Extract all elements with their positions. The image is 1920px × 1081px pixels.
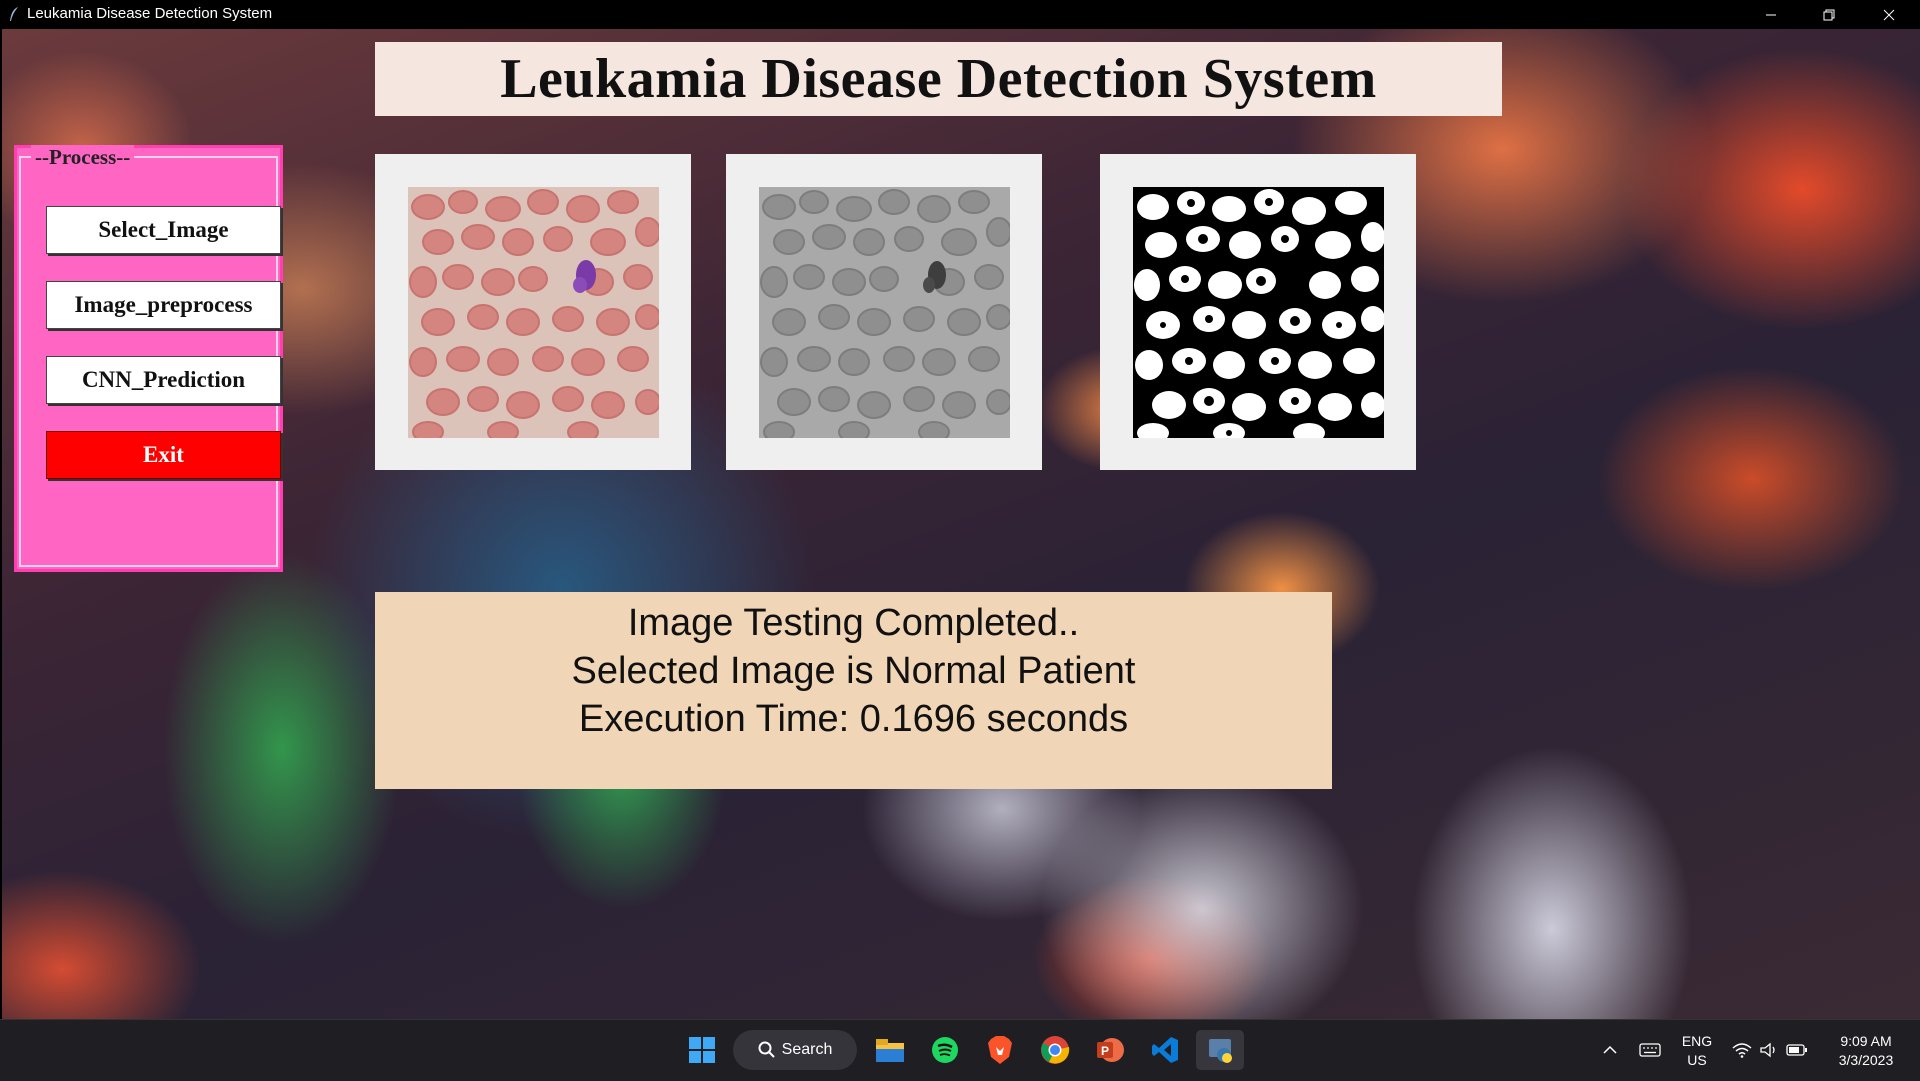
image-preprocess-button[interactable]: Image_preprocess xyxy=(46,281,281,329)
powerpoint-icon: P xyxy=(1097,1038,1124,1062)
restore-button[interactable] xyxy=(1800,0,1858,29)
result-execution-time-text: Execution Time: 0.1696 seconds xyxy=(578,698,1129,740)
search-icon xyxy=(758,1041,775,1058)
header-banner: Leukamia Disease Detection System xyxy=(375,42,1502,116)
start-icon xyxy=(689,1037,715,1063)
grayscale-image-panel xyxy=(726,154,1042,470)
clock-date: 3/3/2023 xyxy=(1838,1052,1894,1068)
result-status-text: Image Testing Completed.. xyxy=(627,602,1080,644)
close-button[interactable] xyxy=(1860,0,1918,29)
original-image-panel xyxy=(375,154,691,470)
file-explorer-button[interactable] xyxy=(870,1030,910,1070)
binary-segmented-image xyxy=(1133,187,1384,438)
exit-button[interactable]: Exit xyxy=(46,431,281,479)
search-label: Search xyxy=(781,1041,833,1058)
clock[interactable]: 9:09 AM 3/3/2023 xyxy=(1826,1032,1906,1070)
powerpoint-button[interactable]: P xyxy=(1090,1030,1130,1070)
chevron-up-icon xyxy=(1603,1045,1617,1054)
window-titlebar: Leukamia Disease Detection System xyxy=(0,0,1920,29)
language-region: US xyxy=(1687,1052,1707,1068)
brave-icon xyxy=(988,1036,1012,1064)
process-legend: --Process-- xyxy=(31,145,135,170)
keyboard-button[interactable] xyxy=(1637,1030,1663,1070)
svg-text:P: P xyxy=(1101,1044,1109,1058)
battery-icon xyxy=(1786,1044,1807,1056)
language-indicator[interactable]: ENG US xyxy=(1676,1032,1718,1070)
original-blood-smear-image xyxy=(408,187,659,438)
spotify-icon xyxy=(932,1037,958,1063)
language-code: ENG xyxy=(1681,1033,1713,1049)
chrome-icon xyxy=(1041,1036,1070,1064)
app-canvas: Leukamia Disease Detection System --Proc… xyxy=(2,29,1920,1019)
python-icon xyxy=(1209,1039,1232,1063)
clock-time: 9:09 AM xyxy=(1840,1033,1892,1049)
python-app-button[interactable] xyxy=(1196,1030,1244,1070)
start-button[interactable] xyxy=(682,1030,722,1070)
taskbar-search[interactable]: Search xyxy=(733,1030,857,1070)
minimize-button[interactable] xyxy=(1742,0,1800,29)
vscode-button[interactable] xyxy=(1145,1030,1185,1070)
close-icon xyxy=(1883,9,1895,20)
chrome-button[interactable] xyxy=(1035,1030,1075,1070)
cnn-prediction-button[interactable]: CNN_Prediction xyxy=(46,356,281,404)
binary-image-panel xyxy=(1100,154,1416,470)
keyboard-icon xyxy=(1639,1043,1661,1057)
spotify-button[interactable] xyxy=(925,1030,965,1070)
select-image-button[interactable]: Select_Image xyxy=(46,206,281,254)
restore-icon xyxy=(1823,9,1835,20)
show-hidden-icons-button[interactable] xyxy=(1598,1030,1622,1070)
result-panel: Image Testing Completed.. Selected Image… xyxy=(375,592,1332,789)
file-explorer-icon xyxy=(876,1039,904,1062)
page-title: Leukamia Disease Detection System xyxy=(500,48,1377,110)
wifi-icon xyxy=(1732,1043,1752,1058)
minimize-icon xyxy=(1766,14,1776,15)
taskbar: Search P ENG US 9:09 AM 3/3/2023 xyxy=(0,1019,1920,1081)
system-status-button[interactable] xyxy=(1730,1030,1810,1070)
process-panel: --Process-- Select_Image Image_preproces… xyxy=(14,145,283,572)
result-diagnosis-text: Selected Image is Normal Patient xyxy=(571,650,1136,692)
volume-icon xyxy=(1760,1042,1775,1058)
feather-app-icon xyxy=(10,7,18,21)
grayscale-blood-smear-image xyxy=(759,187,1010,438)
window-title: Leukamia Disease Detection System xyxy=(27,5,273,22)
vscode-icon xyxy=(1152,1037,1178,1063)
brave-button[interactable] xyxy=(980,1030,1020,1070)
